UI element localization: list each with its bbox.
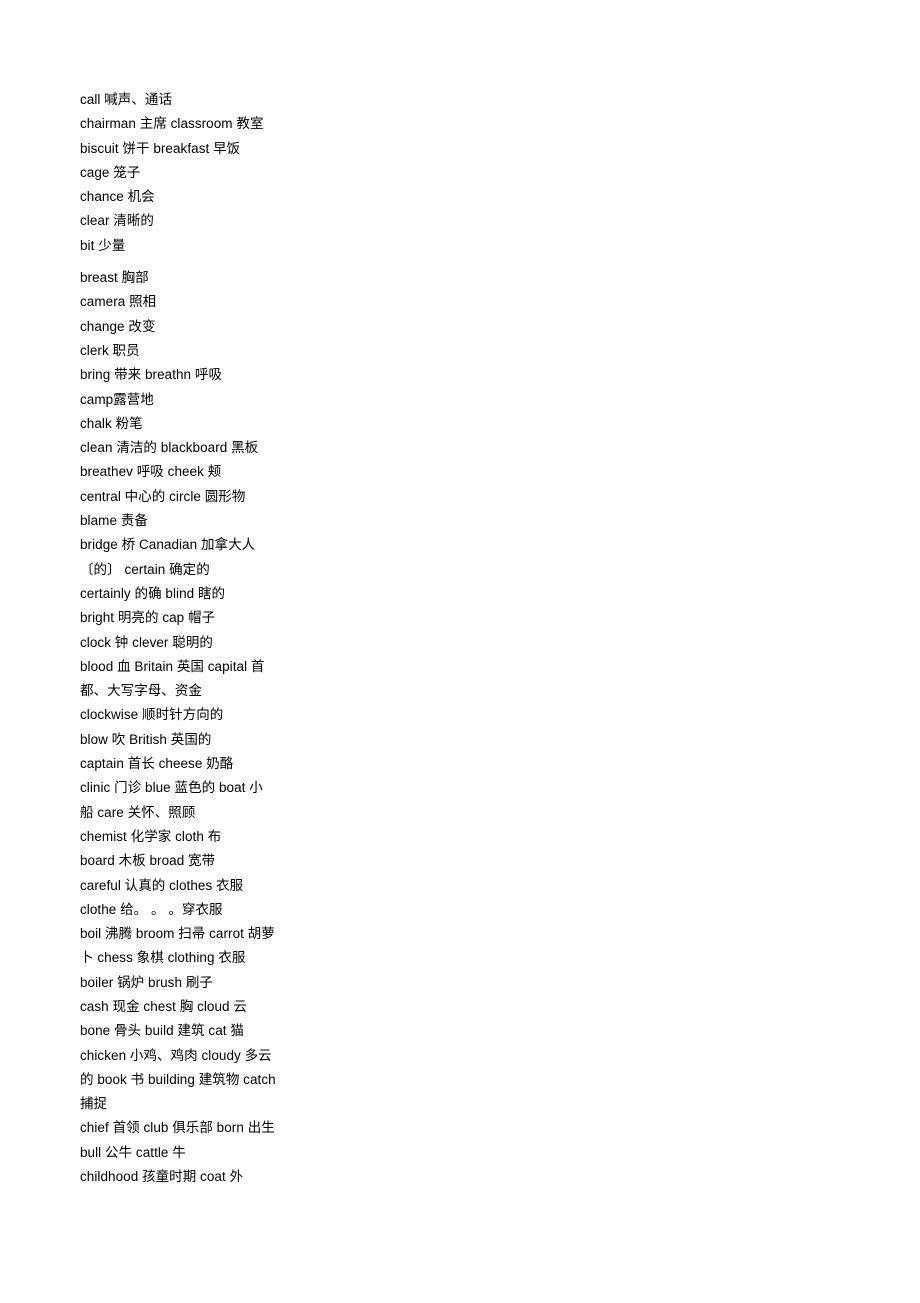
vocabulary-line: boil 沸腾 broom 扫帚 carrot 胡萝卜 chess 象棋 clo… [80, 926, 275, 990]
vocabulary-line: clothe 给。 。 。穿衣服 [80, 901, 223, 917]
vocabulary-line: chairman 主席 classroom 教室 biscuit 饼干 brea… [80, 116, 264, 156]
vocabulary-line: chief 首领 club 俱乐部 born 出生 bull 公牛 cattle… [80, 1120, 275, 1160]
vocabulary-line: chicken 小鸡、鸡肉 cloudy 多云的 book 书 building… [80, 1047, 276, 1112]
vocabulary-line: bone 骨头 build 建筑 cat 猫 [80, 1023, 244, 1039]
vocabulary-line: central 中心的 circle 圆形物 [80, 488, 246, 504]
vocabulary-line: blame 责备 [80, 513, 148, 529]
vocabulary-line: bright 明亮的 cap 帽子 [80, 610, 216, 626]
vocabulary-line: cash 现金 chest 胸 cloud 云 [80, 998, 247, 1014]
vocabulary-line: chalk 粉笔 [80, 415, 143, 431]
vocabulary-line: clerk 职员 [80, 342, 140, 358]
vocabulary-line: clockwise 顺时针方向的 [80, 707, 224, 723]
vocabulary-line: childhood 孩童时期 coat 外 [80, 1169, 244, 1185]
vocabulary-line: board 木板 broad 宽带 [80, 853, 216, 869]
vocabulary-line: bit 少量 [80, 237, 126, 253]
vocabulary-line: chemist 化学家 cloth 布 [80, 828, 222, 844]
vocabulary-line: chance 机会 [80, 189, 155, 205]
vocabulary-line: clinic 门诊 blue 蓝色的 boat 小船 care 关怀、照顾 [80, 780, 263, 820]
block-separator [80, 258, 276, 266]
vocabulary-line: clock 钟 clever 聪明的 [80, 634, 213, 650]
vocabulary-line: camp露营地 [80, 391, 154, 407]
vocabulary-text-column: call 喊声、通话 chairman 主席 classroom 教室 bisc… [80, 88, 276, 1189]
vocabulary-line: call 喊声、通话 [80, 92, 173, 107]
vocabulary-block-2: breast 胸部 camera 照相 change 改变 clerk 职员 b… [80, 266, 276, 1189]
vocabulary-line: breast 胸部 [80, 270, 149, 286]
vocabulary-line: certainly 的确 blind 瞎的 [80, 585, 226, 601]
vocabulary-line: cage 笼子 [80, 164, 141, 180]
vocabulary-line: change 改变 [80, 318, 156, 334]
vocabulary-block-1: call 喊声、通话 chairman 主席 classroom 教室 bisc… [80, 88, 276, 258]
vocabulary-line: bridge 桥 Canadian 加拿大人〔的〕 certain 确定的 [80, 537, 256, 577]
vocabulary-line: camera 照相 [80, 294, 157, 310]
vocabulary-line: clean 清洁的 blackboard 黑板 breathev 呼吸 chee… [80, 440, 259, 480]
document-page: call 喊声、通话 chairman 主席 classroom 教室 bisc… [0, 0, 920, 1303]
vocabulary-line: blood 血 Britain 英国 capital 首都、大写字母、资金 [80, 658, 265, 699]
vocabulary-line: clear 清晰的 [80, 213, 154, 229]
vocabulary-line: careful 认真的 clothes 衣服 [80, 877, 244, 893]
vocabulary-line: captain 首长 cheese 奶酪 [80, 756, 234, 772]
vocabulary-line: blow 吹 British 英国的 [80, 731, 212, 747]
vocabulary-line: bring 带来 breathn 呼吸 [80, 367, 223, 383]
